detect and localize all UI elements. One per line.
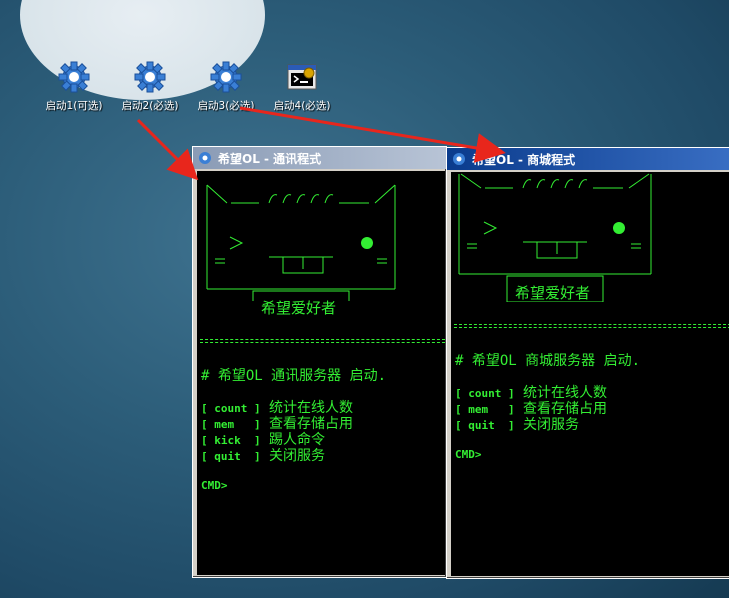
desktop-icon-start1[interactable]: 启动1(可选) <box>36 60 112 113</box>
window-titlebar[interactable]: 希望OL - 通讯程式 <box>193 147 446 169</box>
separator-line <box>200 339 445 343</box>
startup-message: # 希望OL 商城服务器 启动. <box>455 353 641 369</box>
gear-icon <box>209 60 243 94</box>
desktop-icon-start3[interactable]: 启动3(必选) <box>188 60 264 113</box>
command-prompt[interactable]: CMD> <box>455 448 482 461</box>
gear-icon <box>57 60 91 94</box>
console-output[interactable]: 希望爱好者 # 希望OL 通讯服务器 启动. [ count ] 统计在线人数 … <box>197 171 445 575</box>
command-prompt[interactable]: CMD> <box>201 479 228 492</box>
mall-server-window[interactable]: 希望OL - 商城程式 希望爱好者 # 希望OL 商城服务器 启动. [ cou… <box>446 147 729 579</box>
gear-icon <box>199 152 211 164</box>
application-window-icon <box>285 60 319 94</box>
mascot-caption: 希望爱好者 <box>261 299 337 317</box>
startup-message: # 希望OL 通讯服务器 启动. <box>201 368 387 384</box>
window-titlebar[interactable]: 希望OL - 商城程式 <box>447 148 729 170</box>
mascot-ascii-art <box>206 184 396 301</box>
window-title: 希望OL - 通讯程式 <box>218 151 322 166</box>
mascot-caption: 希望爱好者 <box>515 284 591 302</box>
comm-server-window[interactable]: 希望OL - 通讯程式 希望爱好者 # 希望OL 通讯服务器 启动. [ cou… <box>192 146 447 578</box>
console-output[interactable]: 希望爱好者 # 希望OL 商城服务器 启动. [ count ] 统计在线人数 … <box>451 172 729 576</box>
arrow-to-comm-window <box>136 118 199 181</box>
desktop-icon-label: 启动4(必选) <box>273 100 331 112</box>
command-desc: 关闭服务 <box>269 448 326 464</box>
command-desc: 关闭服务 <box>523 417 580 433</box>
command-key: [ quit ] <box>455 419 515 432</box>
desktop-icon-label: 启动3(必选) <box>197 100 255 112</box>
desktop-icon-start2[interactable]: 启动2(必选) <box>112 60 188 113</box>
desktop-icon-label: 启动2(必选) <box>121 100 179 112</box>
gear-icon <box>133 60 167 94</box>
desktop-icon-start4[interactable]: 启动4(必选) <box>264 60 340 113</box>
desktop-icon-label: 启动1(可选) <box>45 100 103 112</box>
gear-icon <box>453 153 465 165</box>
command-key: [ quit ] <box>201 450 261 463</box>
window-title: 希望OL - 商城程式 <box>472 152 576 167</box>
separator-line <box>454 324 729 328</box>
